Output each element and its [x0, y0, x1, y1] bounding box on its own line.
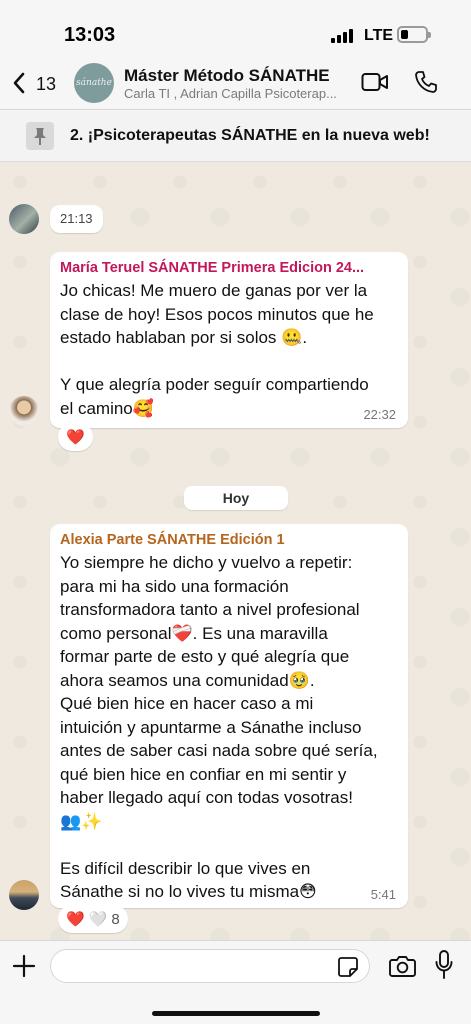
chat-messages[interactable]: 21:13 María Teruel SÁNATHE Primera Edici… [0, 162, 471, 940]
sender-avatar[interactable] [9, 204, 39, 234]
status-time: 13:03 [64, 24, 116, 46]
back-chevron-icon[interactable] [12, 72, 26, 94]
day-separator: Hoy [184, 486, 288, 510]
message-bubble[interactable]: Alexia Parte SÁNATHE Edición 1 Yo siempr… [50, 524, 408, 908]
status-bar: 13:03 LTE [0, 0, 471, 58]
message-bubble[interactable]: María Teruel SÁNATHE Primera Edicion 24.… [50, 252, 408, 428]
message-sender: Alexia Parte SÁNATHE Edición 1 [60, 532, 285, 548]
message-sender: María Teruel SÁNATHE Primera Edicion 24.… [60, 260, 365, 276]
phone-call-icon[interactable] [414, 70, 438, 94]
message-time: 22:32 [363, 407, 396, 422]
pin-icon [26, 122, 54, 150]
pinned-message-text: 2. ¡Psicoterapeutas SÁNATHE en la nueva … [70, 127, 430, 144]
reaction-count: 8 [111, 910, 120, 928]
message-text: Yo siempre he dicho y vuelvo a repetir: … [60, 553, 378, 901]
group-title[interactable]: Máster Método SÁNATHE [124, 66, 330, 86]
message-text: Jo chicas! Me muero de ganas por ver la … [60, 281, 374, 418]
group-avatar[interactable]: sánathe [74, 63, 114, 103]
message-reactions[interactable]: ❤️ 🤍 8 [58, 905, 128, 933]
plus-icon[interactable] [12, 954, 36, 978]
pinned-message-bar[interactable]: 2. ¡Psicoterapeutas SÁNATHE en la nueva … [0, 110, 471, 162]
sender-avatar[interactable] [9, 396, 39, 426]
network-label: LTE [364, 27, 394, 44]
signal-icon [331, 29, 355, 43]
battery-icon [397, 26, 431, 43]
heart-reaction: ❤️ [66, 428, 85, 446]
unread-count[interactable]: 13 [36, 74, 56, 95]
message-bubble[interactable]: 21:13 [50, 205, 103, 233]
heart-reaction: ❤️ [66, 910, 85, 928]
sticker-icon[interactable] [337, 956, 359, 978]
microphone-icon[interactable] [435, 950, 453, 980]
group-members[interactable]: Carla TI , Adrian Capilla Psicoterap... [124, 86, 337, 101]
home-indicator [152, 1011, 320, 1016]
message-reactions[interactable]: ❤️ [58, 423, 93, 451]
message-input[interactable] [50, 949, 370, 983]
camera-icon[interactable] [389, 954, 416, 978]
chat-header: 13 sánathe Máster Método SÁNATHE Carla T… [0, 58, 471, 110]
message-time: 21:13 [60, 211, 93, 226]
avatar-logo-text: sánathe [76, 78, 112, 88]
composer-bar [0, 940, 471, 1024]
message-time: 5:41 [370, 887, 396, 902]
video-call-icon[interactable] [361, 72, 389, 92]
sender-avatar[interactable] [9, 880, 39, 910]
white-heart-reaction: 🤍 [88, 910, 108, 928]
